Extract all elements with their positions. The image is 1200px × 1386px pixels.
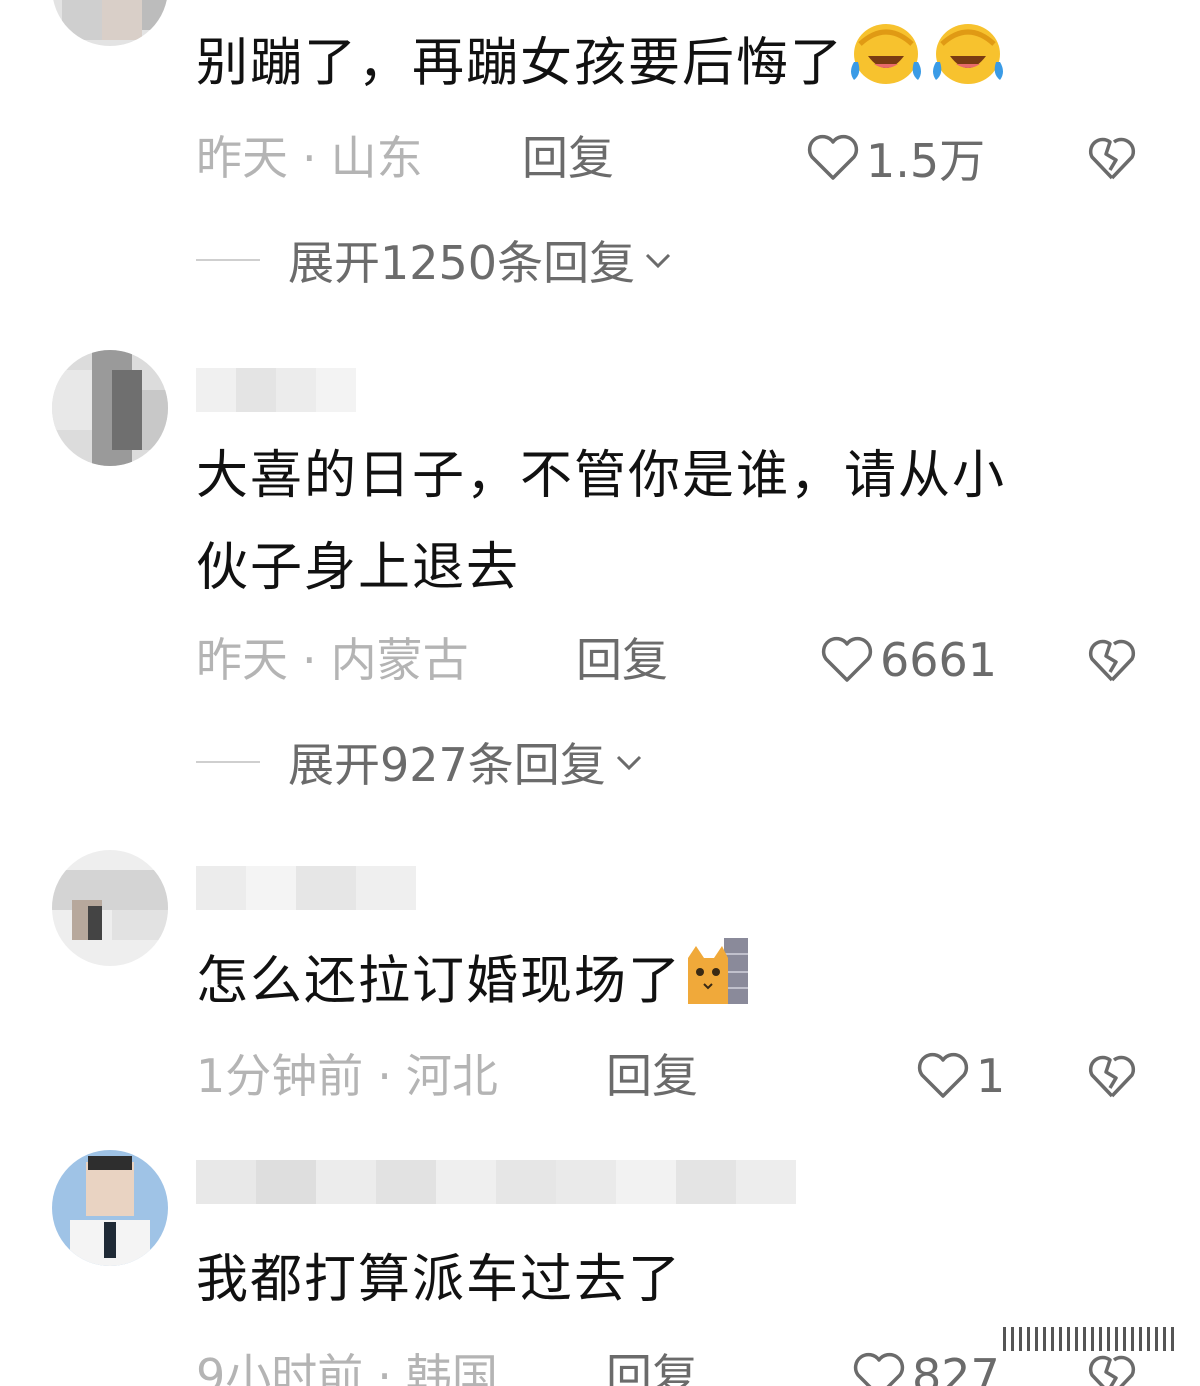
comment-meta: 昨天 · 山东 <box>196 128 423 188</box>
chevron-down-icon <box>616 755 641 771</box>
heart-icon <box>821 636 873 682</box>
like-button[interactable]: 1.5万 <box>806 128 985 188</box>
cat-peeking-icon <box>684 934 750 1035</box>
broken-heart-icon <box>1088 1355 1136 1386</box>
heart-icon <box>917 1052 969 1098</box>
comment-text: 大喜的日子，不管你是谁，请从小 伙子身上退去 <box>196 430 1140 614</box>
comment-text: 我都打算派车过去了 <box>196 1234 1140 1326</box>
like-button[interactable]: 827 <box>852 1346 1000 1386</box>
comment-location: 韩国 <box>405 1349 498 1386</box>
reply-button[interactable]: 回复 <box>606 1346 698 1386</box>
expand-replies-label: 展开927条回复 <box>288 738 606 792</box>
comment-location: 河北 <box>405 1049 498 1103</box>
avatar[interactable] <box>52 350 168 466</box>
comment-meta: 1分钟前 · 河北 <box>196 1046 498 1106</box>
expand-replies-button[interactable]: 展开927条回复 <box>196 732 646 792</box>
divider-line <box>196 259 260 261</box>
laughing-crying-icon <box>846 16 926 117</box>
avatar[interactable] <box>52 850 168 966</box>
expand-replies-label: 展开1250条回复 <box>288 236 636 290</box>
dislike-button[interactable] <box>1084 1346 1140 1386</box>
chevron-down-icon <box>646 253 671 269</box>
comment-text-content: 我都打算派车过去了 <box>196 1250 683 1310</box>
meta-separator: · <box>377 1349 392 1386</box>
like-count: 6661 <box>880 633 998 687</box>
broken-heart-icon <box>1088 137 1136 180</box>
meta-separator: · <box>377 1049 392 1103</box>
divider-line <box>196 761 260 763</box>
username-blurred[interactable] <box>196 1160 796 1204</box>
heart-icon <box>853 1352 905 1386</box>
broken-heart-icon <box>1088 639 1136 682</box>
comment-time: 昨天 <box>196 131 288 185</box>
comment-time: 1分钟前 <box>196 1049 364 1103</box>
comment-text-line: 大喜的日子，不管你是谁，请从小 <box>196 446 1007 506</box>
like-count: 827 <box>912 1349 1000 1386</box>
like-count: 1.5万 <box>866 134 986 188</box>
dislike-button[interactable] <box>1084 630 1140 690</box>
reply-button[interactable]: 回复 <box>522 128 614 188</box>
like-button[interactable]: 1 <box>916 1046 1005 1106</box>
like-button[interactable]: 6661 <box>820 630 997 690</box>
comment-text-line: 伙子身上退去 <box>196 538 521 598</box>
dislike-button[interactable] <box>1084 1046 1140 1106</box>
comment-time: 9小时前 <box>196 1349 364 1386</box>
like-count: 1 <box>976 1049 1006 1103</box>
reply-button[interactable]: 回复 <box>576 630 668 690</box>
comment-text: 怎么还拉订婚现场了 <box>196 934 1140 1035</box>
comment-location: 山东 <box>330 131 423 185</box>
username-blurred[interactable] <box>196 368 356 412</box>
heart-icon <box>807 134 859 180</box>
meta-separator: · <box>302 633 317 687</box>
reply-button[interactable]: 回复 <box>606 1046 698 1106</box>
avatar[interactable] <box>52 1150 168 1266</box>
watermark-barcode <box>1003 1326 1174 1352</box>
dislike-button[interactable] <box>1084 128 1140 188</box>
meta-separator: · <box>302 131 317 185</box>
comment-text-content: 怎么还拉订婚现场了 <box>196 951 683 1012</box>
avatar[interactable] <box>52 0 168 46</box>
comment-text: 别蹦了，再蹦女孩要后悔了 <box>196 16 1140 117</box>
comment-meta: 昨天 · 内蒙古 <box>196 630 469 690</box>
comment-meta: 9小时前 · 韩国 <box>196 1346 498 1386</box>
laughing-crying-icon <box>928 16 1008 117</box>
comment-list: 别蹦了，再蹦女孩要后悔了 昨天 · 山东 回复 1.5万 展开1250条回复 大… <box>0 0 1200 1386</box>
comment-time: 昨天 <box>196 633 288 687</box>
username-blurred[interactable] <box>196 866 416 910</box>
comment-text-content: 别蹦了，再蹦女孩要后悔了 <box>196 33 845 94</box>
comment-location: 内蒙古 <box>330 633 469 687</box>
broken-heart-icon <box>1088 1055 1136 1098</box>
expand-replies-button[interactable]: 展开1250条回复 <box>196 230 675 290</box>
